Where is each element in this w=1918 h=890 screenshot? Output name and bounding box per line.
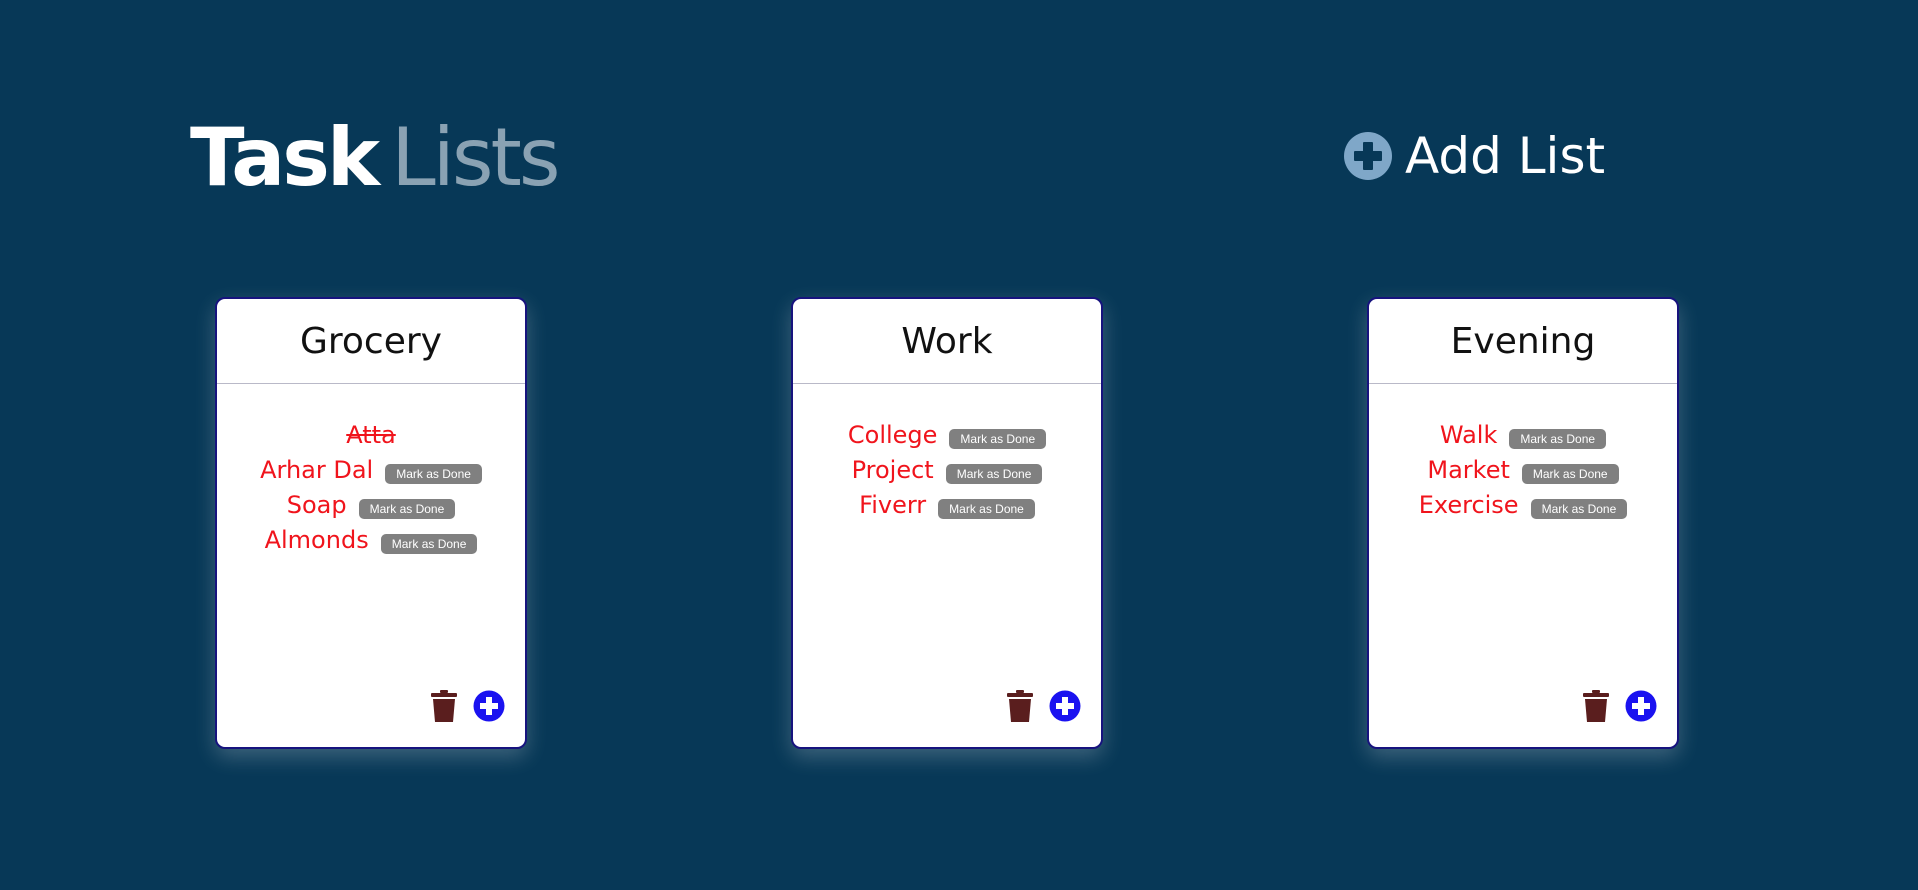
task-name: Soap bbox=[286, 490, 347, 519]
mark-as-done-button[interactable]: Mark as Done bbox=[1521, 463, 1619, 484]
page-title-light: Lists bbox=[391, 111, 561, 204]
task-item: College Mark as Done bbox=[793, 417, 1101, 452]
task-name: Market bbox=[1427, 455, 1510, 484]
trash-icon bbox=[1583, 690, 1609, 722]
task-name: Fiverr bbox=[859, 490, 927, 519]
mark-as-done-button[interactable]: Mark as Done bbox=[380, 533, 478, 554]
add-task-button[interactable] bbox=[1625, 690, 1657, 722]
task-name: Walk bbox=[1439, 420, 1498, 449]
plus-circle-icon bbox=[1049, 690, 1081, 722]
plus-circle-icon bbox=[473, 690, 505, 722]
card-title: Grocery bbox=[300, 320, 442, 362]
task-list: Atta Arhar Dal Mark as Done Soap Mark as… bbox=[217, 417, 525, 557]
list-card-evening: Evening Walk Mark as Done Market Mark as… bbox=[1367, 297, 1679, 749]
page-title: Task Lists bbox=[190, 108, 561, 208]
mark-as-done-button[interactable]: Mark as Done bbox=[945, 463, 1043, 484]
mark-as-done-button[interactable]: Mark as Done bbox=[949, 428, 1047, 449]
card-title: Evening bbox=[1450, 320, 1596, 362]
task-name: Exercise bbox=[1418, 490, 1519, 519]
list-card-work: Work College Mark as Done Project Mark a… bbox=[791, 297, 1103, 749]
trash-icon bbox=[431, 690, 457, 722]
plus-circle-icon bbox=[1344, 132, 1392, 180]
task-name: College bbox=[847, 420, 938, 449]
card-actions bbox=[1007, 690, 1081, 722]
add-list-label: Add List bbox=[1405, 127, 1606, 185]
task-name: Arhar Dal bbox=[260, 455, 374, 484]
task-name: Almonds bbox=[264, 525, 369, 554]
task-item: Soap Mark as Done bbox=[217, 487, 525, 522]
card-actions bbox=[1583, 690, 1657, 722]
mark-as-done-button[interactable]: Mark as Done bbox=[1509, 428, 1607, 449]
mark-as-done-button[interactable]: Mark as Done bbox=[938, 498, 1035, 519]
card-header: Grocery bbox=[217, 299, 525, 384]
task-name: Project bbox=[851, 455, 934, 484]
add-task-button[interactable] bbox=[1049, 690, 1081, 722]
delete-list-button[interactable] bbox=[1007, 690, 1033, 722]
task-item: Market Mark as Done bbox=[1369, 452, 1677, 487]
task-item: Almonds Mark as Done bbox=[217, 522, 525, 557]
list-card-grocery: Grocery Atta Arhar Dal Mark as Done Soap… bbox=[215, 297, 527, 749]
trash-icon bbox=[1007, 690, 1033, 722]
page-title-strong: Task bbox=[190, 111, 380, 204]
task-item: Fiverr Mark as Done bbox=[793, 487, 1101, 522]
card-header: Evening bbox=[1369, 299, 1677, 384]
mark-as-done-button[interactable]: Mark as Done bbox=[385, 463, 482, 484]
task-item: Exercise Mark as Done bbox=[1369, 487, 1677, 522]
card-actions bbox=[431, 690, 505, 722]
task-item: Arhar Dal Mark as Done bbox=[217, 452, 525, 487]
card-header: Work bbox=[793, 299, 1101, 384]
task-item: Walk Mark as Done bbox=[1369, 417, 1677, 452]
task-list: College Mark as Done Project Mark as Don… bbox=[793, 417, 1101, 522]
add-task-button[interactable] bbox=[473, 690, 505, 722]
card-title: Work bbox=[901, 320, 993, 362]
delete-list-button[interactable] bbox=[1583, 690, 1609, 722]
task-list: Walk Mark as Done Market Mark as Done Ex… bbox=[1369, 417, 1677, 522]
mark-as-done-button[interactable]: Mark as Done bbox=[358, 498, 456, 519]
task-name: Atta bbox=[346, 420, 396, 449]
task-item: Project Mark as Done bbox=[793, 452, 1101, 487]
add-list-button[interactable]: Add List bbox=[1343, 125, 1605, 187]
plus-circle-icon bbox=[1625, 690, 1657, 722]
delete-list-button[interactable] bbox=[431, 690, 457, 722]
task-item: Atta bbox=[217, 417, 525, 452]
mark-as-done-button[interactable]: Mark as Done bbox=[1530, 498, 1628, 519]
